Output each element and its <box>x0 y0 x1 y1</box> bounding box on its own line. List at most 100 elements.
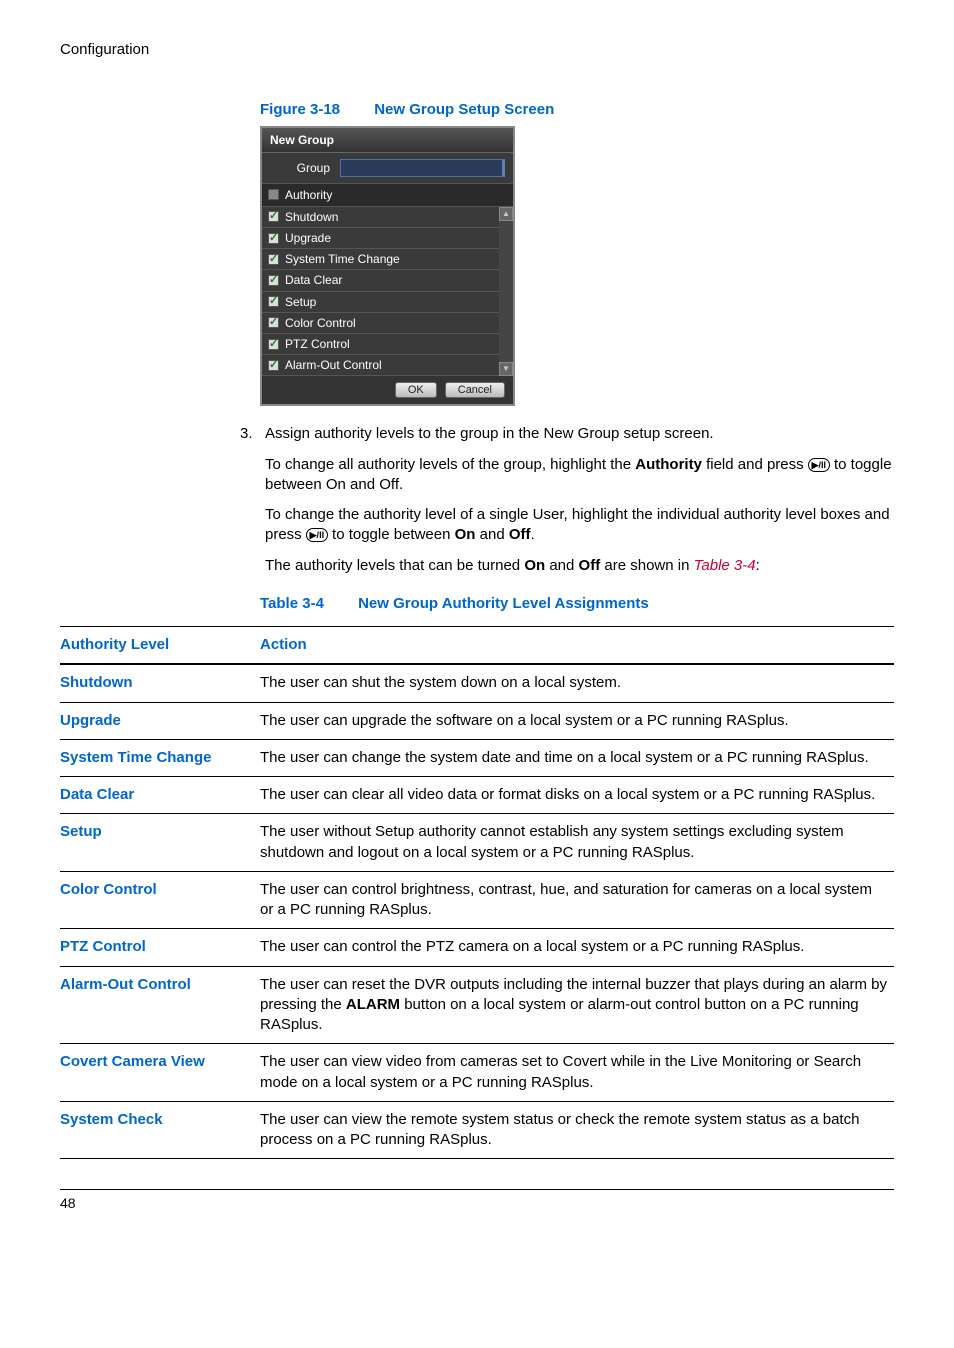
authority-action: The user can upgrade the software on a l… <box>260 702 894 739</box>
table-title: New Group Authority Level Assignments <box>358 595 649 612</box>
list-item-label: Shutdown <box>285 209 338 225</box>
col-header-level: Authority Level <box>60 627 260 665</box>
authority-level-name: Data Clear <box>60 777 260 814</box>
text: and <box>545 557 578 574</box>
section-header: Configuration <box>60 40 894 60</box>
figure-title: New Group Setup Screen <box>374 101 554 118</box>
authority-level-name: PTZ Control <box>60 929 260 966</box>
text: and <box>475 526 508 543</box>
checkbox-icon[interactable] <box>268 211 279 222</box>
table-row: Alarm-Out ControlThe user can reset the … <box>60 966 894 1044</box>
table-row: System Time ChangeThe user can change th… <box>60 739 894 776</box>
checkbox-icon[interactable] <box>268 233 279 244</box>
authority-action: The user can reset the DVR outputs inclu… <box>260 966 894 1044</box>
text: are shown in <box>600 557 693 574</box>
text: The authority levels that can be turned <box>265 557 524 574</box>
play-pause-icon: ▶/II <box>808 458 830 472</box>
checkbox-icon[interactable] <box>268 360 279 371</box>
authority-action: The user can view video from cameras set… <box>260 1044 894 1102</box>
authority-level-name: Setup <box>60 814 260 872</box>
list-item-label: Data Clear <box>285 272 342 288</box>
list-item[interactable]: PTZ Control <box>262 334 499 355</box>
authority-level-name: Upgrade <box>60 702 260 739</box>
list-item[interactable]: Shutdown <box>262 207 499 228</box>
list-item[interactable]: Data Clear <box>262 270 499 291</box>
text-bold: Authority <box>635 456 702 473</box>
table-row: System CheckThe user can view the remote… <box>60 1101 894 1159</box>
authority-action: The user without Setup authority cannot … <box>260 814 894 872</box>
list-item[interactable]: Upgrade <box>262 228 499 249</box>
authority-header[interactable]: Authority <box>262 183 513 207</box>
text: . <box>531 526 535 543</box>
ok-button[interactable]: OK <box>395 382 437 398</box>
authority-action: The user can change the system date and … <box>260 739 894 776</box>
authority-list: Shutdown Upgrade System Time Change Data… <box>262 207 513 377</box>
checkbox-icon[interactable] <box>268 275 279 286</box>
table-caption: Table 3-4 New Group Authority Level Assi… <box>260 594 894 614</box>
scroll-up-icon[interactable]: ▲ <box>499 207 513 221</box>
table-row: PTZ ControlThe user can control the PTZ … <box>60 929 894 966</box>
scroll-down-icon[interactable]: ▼ <box>499 362 513 376</box>
table-row: Data ClearThe user can clear all video d… <box>60 777 894 814</box>
authority-level-name: System Check <box>60 1101 260 1159</box>
play-pause-icon: ▶/II <box>306 528 328 542</box>
list-item-label: System Time Change <box>285 251 400 267</box>
authority-level-name: Alarm-Out Control <box>60 966 260 1044</box>
list-item-label: Setup <box>285 294 316 310</box>
text: : <box>756 557 760 574</box>
page-footer: 48 <box>60 1189 894 1213</box>
table-row: SetupThe user without Setup authority ca… <box>60 814 894 872</box>
col-header-action: Action <box>260 627 894 665</box>
text: To change all authority levels of the gr… <box>265 456 635 473</box>
text-bold: On <box>524 557 545 574</box>
authority-action: The user can shut the system down on a l… <box>260 664 894 702</box>
authority-action: The user can view the remote system stat… <box>260 1101 894 1159</box>
step-paragraph: To change the authority level of a singl… <box>265 505 894 546</box>
authority-label: Authority <box>285 187 332 203</box>
step-text: Assign authority levels to the group in … <box>265 424 894 444</box>
dialog-title: New Group <box>262 128 513 153</box>
new-group-dialog: New Group Group Authority Shutdown Upgra… <box>260 126 515 407</box>
checkbox-icon[interactable] <box>268 317 279 328</box>
step-paragraph: To change all authority levels of the gr… <box>265 455 894 496</box>
authority-level-name: Covert Camera View <box>60 1044 260 1102</box>
text-bold: Off <box>579 557 601 574</box>
list-item-label: Color Control <box>285 315 356 331</box>
checkbox-icon[interactable] <box>268 296 279 307</box>
text-bold: Off <box>509 526 531 543</box>
list-item[interactable]: Alarm-Out Control <box>262 355 499 376</box>
list-item-label: PTZ Control <box>285 336 350 352</box>
group-label: Group <box>270 160 330 176</box>
checkbox-icon[interactable] <box>268 254 279 265</box>
page-number: 48 <box>60 1195 76 1211</box>
text-bold: On <box>455 526 476 543</box>
authority-action: The user can control brightness, contras… <box>260 871 894 929</box>
checkbox-icon[interactable] <box>268 339 279 350</box>
authority-action: The user can control the PTZ camera on a… <box>260 929 894 966</box>
figure-label: Figure 3-18 <box>260 101 340 118</box>
scrollbar[interactable]: ▲ ▼ <box>499 207 513 377</box>
authority-action: The user can clear all video data or for… <box>260 777 894 814</box>
authority-level-name: Color Control <box>60 871 260 929</box>
authority-table: Authority Level Action ShutdownThe user … <box>60 626 894 1159</box>
list-item-label: Upgrade <box>285 230 331 246</box>
table-label: Table 3-4 <box>260 595 324 612</box>
list-item[interactable]: Setup <box>262 292 499 313</box>
table-row: UpgradeThe user can upgrade the software… <box>60 702 894 739</box>
authority-checkbox[interactable] <box>268 189 279 200</box>
list-item[interactable]: System Time Change <box>262 249 499 270</box>
cancel-button[interactable]: Cancel <box>445 382 505 398</box>
authority-level-name: Shutdown <box>60 664 260 702</box>
figure-caption: Figure 3-18 New Group Setup Screen <box>260 100 894 120</box>
authority-level-name: System Time Change <box>60 739 260 776</box>
group-input[interactable] <box>340 159 505 177</box>
text: field and press <box>702 456 808 473</box>
list-item-label: Alarm-Out Control <box>285 357 382 373</box>
table-row: ShutdownThe user can shut the system dow… <box>60 664 894 702</box>
table-row: Color ControlThe user can control bright… <box>60 871 894 929</box>
list-item[interactable]: Color Control <box>262 313 499 334</box>
table-row: Covert Camera ViewThe user can view vide… <box>60 1044 894 1102</box>
table-ref-link[interactable]: Table 3-4 <box>694 557 756 574</box>
step-number: 3. <box>240 424 265 576</box>
text: to toggle between <box>328 526 455 543</box>
